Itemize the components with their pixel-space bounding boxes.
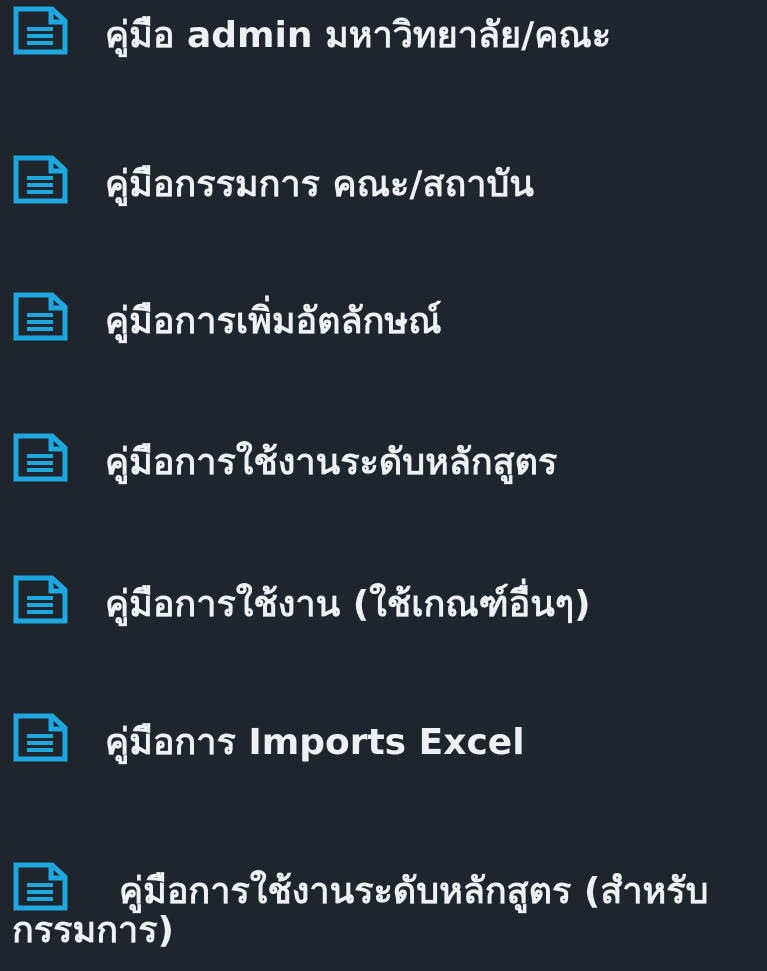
- manual-link-other-criteria[interactable]: คู่มือการใช้งาน (ใช้เกณฑ์อื่นๆ): [12, 575, 763, 630]
- manual-link-add-identity[interactable]: คู่มือการเพิ่มอัตลักษณ์: [12, 292, 763, 347]
- document-icon: [12, 713, 69, 762]
- manual-label: คู่มือ admin มหาวิทยาลัย/คณะ: [105, 15, 612, 56]
- document-icon: [12, 155, 69, 204]
- manual-link-imports-excel[interactable]: คู่มือการ Imports Excel: [12, 713, 763, 768]
- manual-list: คู่มือ admin มหาวิทยาลัย/คณะ คู่มือกรรมก…: [0, 0, 767, 971]
- manual-label: คู่มือการใช้งานระดับหลักสูตร: [105, 442, 558, 483]
- document-icon: [12, 6, 69, 55]
- manual-label: คู่มือกรรมการ คณะ/สถาบัน: [105, 164, 534, 205]
- manual-link-committee-faculty[interactable]: คู่มือกรรมการ คณะ/สถาบัน: [12, 155, 763, 210]
- manual-label: คู่มือการเพิ่มอัตลักษณ์: [105, 301, 442, 342]
- manual-label: คู่มือการใช้งาน (ใช้เกณฑ์อื่นๆ): [105, 584, 591, 625]
- manual-label: คู่มือการ Imports Excel: [105, 722, 525, 763]
- manual-link-curriculum-level-committee[interactable]: คู่มือการใช้งานระดับหลักสูตร (สำหรับกรรม…: [12, 862, 763, 951]
- manual-link-curriculum-level[interactable]: คู่มือการใช้งานระดับหลักสูตร: [12, 433, 763, 488]
- document-icon: [12, 292, 69, 341]
- manual-link-admin[interactable]: คู่มือ admin มหาวิทยาลัย/คณะ: [12, 6, 763, 61]
- document-icon: [12, 575, 69, 624]
- document-icon: [12, 862, 69, 911]
- document-icon: [12, 433, 69, 482]
- manual-label: คู่มือการใช้งานระดับหลักสูตร (สำหรับกรรม…: [12, 871, 709, 951]
